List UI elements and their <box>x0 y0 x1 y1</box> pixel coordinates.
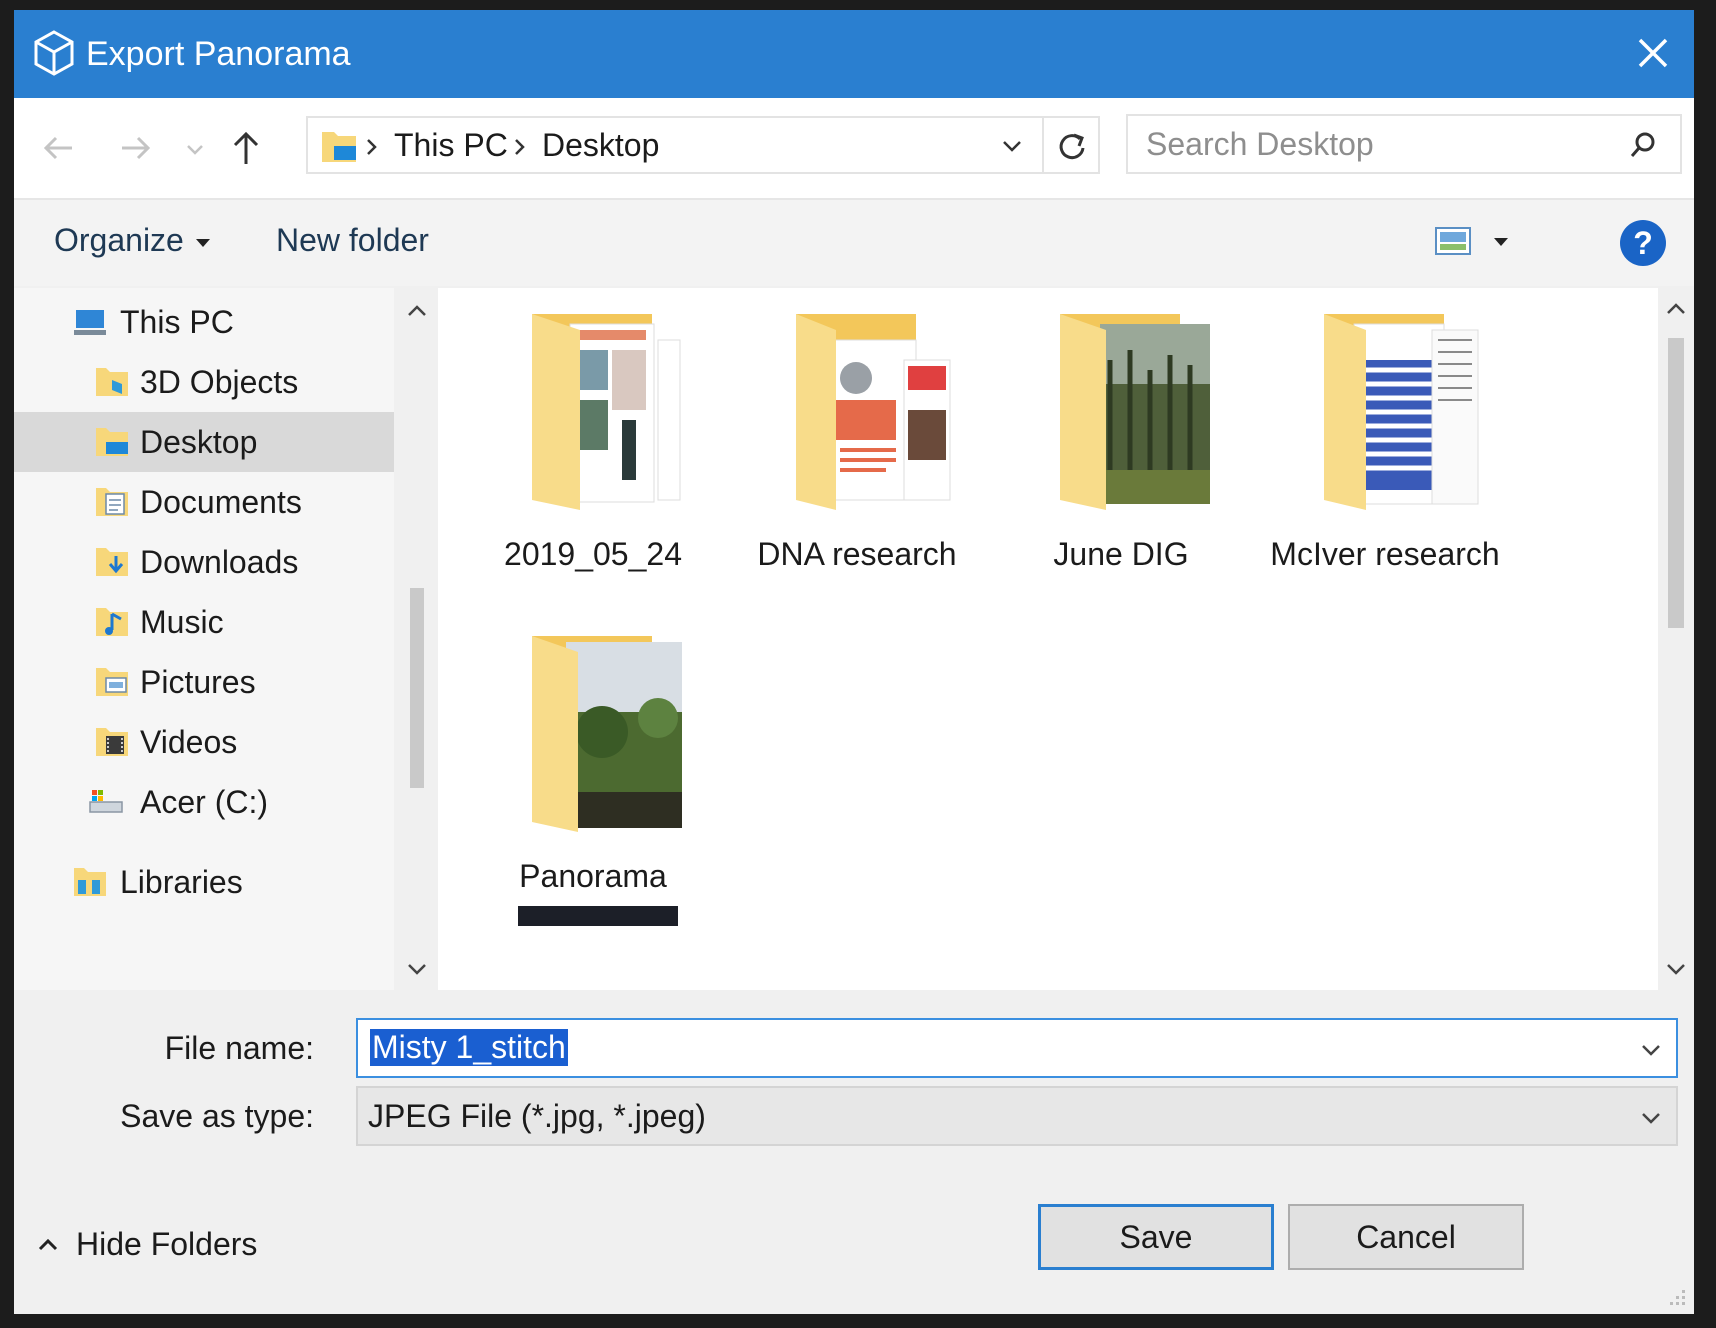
pictures-folder-icon <box>96 668 128 696</box>
downloads-folder-icon <box>96 548 128 576</box>
breadcrumb-separator-icon <box>367 139 377 155</box>
videos-folder-icon <box>96 728 128 756</box>
refresh-icon <box>1059 133 1085 160</box>
caret-down-icon <box>195 238 210 247</box>
libraries-icon <box>74 868 106 896</box>
export-dialog: Export Panorama This PC Desktop Search D… <box>14 10 1694 1314</box>
title-bar: Export Panorama <box>14 10 1694 98</box>
folder-tile-2019-05-24[interactable]: 2019_05_24 <box>448 288 738 588</box>
folder-thumbnail-icon <box>1060 314 1210 510</box>
nav-item-acer-c[interactable]: Acer (C:) <box>14 772 394 832</box>
nav-item-3d-objects[interactable]: 3D Objects <box>14 352 394 412</box>
address-bar[interactable]: This PC Desktop <box>306 116 1044 174</box>
desktop-folder-icon <box>96 428 128 456</box>
view-dropdown-caret-icon[interactable] <box>1494 238 1508 246</box>
nav-item-libraries[interactable]: Libraries <box>14 852 394 912</box>
change-view-button[interactable] <box>1434 224 1554 264</box>
back-arrow-icon[interactable] <box>38 128 78 168</box>
music-folder-icon <box>96 608 128 636</box>
folder-tile-dna-research[interactable]: DNA research <box>712 288 1002 588</box>
breadcrumb-separator-icon <box>515 139 525 155</box>
nav-item-this-pc[interactable]: This PC <box>14 292 394 352</box>
folder-name: 2019_05_24 <box>504 536 682 572</box>
refresh-button[interactable] <box>1044 116 1100 174</box>
nav-item-desktop[interactable]: Desktop <box>14 412 394 472</box>
chevron-down-icon[interactable] <box>1638 1106 1664 1130</box>
nav-item-documents[interactable]: Documents <box>14 472 394 532</box>
folder-name: June DIG <box>1053 536 1189 572</box>
nav-item-videos[interactable]: Videos <box>14 712 394 772</box>
file-name-field[interactable]: Misty 1_stitch <box>356 1018 1678 1078</box>
folder-thumbnail-icon <box>532 636 682 832</box>
navigation-scrollbar[interactable] <box>394 288 438 990</box>
help-button[interactable]: ? <box>1620 220 1666 266</box>
folder-tile-june-dig[interactable]: June DIG <box>976 288 1266 588</box>
scroll-up-chevron-icon[interactable] <box>1661 296 1691 320</box>
save-type-value: JPEG File (*.jpg, *.jpeg) <box>368 1098 706 1134</box>
folder-tile-panorama[interactable]: Panorama <box>448 610 738 910</box>
new-folder-button[interactable]: New folder <box>276 222 429 259</box>
file-name-value[interactable]: Misty 1_stitch <box>370 1029 568 1066</box>
file-name-label: File name: <box>164 1030 314 1066</box>
breadcrumb-desktop[interactable]: Desktop <box>542 127 659 164</box>
drive-icon <box>89 790 123 813</box>
pc-icon <box>74 310 106 335</box>
save-type-select[interactable]: JPEG File (*.jpg, *.jpeg) <box>356 1086 1678 1146</box>
save-type-label: Save as type: <box>120 1098 314 1134</box>
recent-locations-chevron-icon[interactable] <box>180 128 210 168</box>
search-box[interactable] <box>1126 114 1682 174</box>
up-arrow-icon[interactable] <box>226 128 266 168</box>
save-button[interactable]: Save <box>1038 1204 1274 1270</box>
scroll-down-chevron-icon[interactable] <box>402 958 432 982</box>
forward-arrow-icon[interactable] <box>116 128 156 168</box>
organize-label: Organize <box>54 222 184 258</box>
nav-item-downloads[interactable]: Downloads <box>14 532 394 592</box>
nav-item-pictures[interactable]: Pictures <box>14 652 394 712</box>
resize-grip-icon[interactable] <box>1668 1288 1688 1308</box>
folder-thumbnail-icon <box>796 314 951 510</box>
cancel-button[interactable]: Cancel <box>1288 1204 1524 1270</box>
hide-folders-button[interactable]: Hide Folders <box>36 1226 257 1263</box>
search-icon[interactable] <box>1628 130 1658 160</box>
desktop-folder-icon <box>322 132 356 162</box>
scrollbar-thumb[interactable] <box>1668 338 1684 628</box>
folder-thumbnail-icon <box>1324 314 1479 510</box>
3d-objects-folder-icon <box>96 368 128 396</box>
chevron-down-icon[interactable] <box>1638 1038 1664 1062</box>
cube-icon <box>34 30 74 76</box>
address-dropdown-chevron-icon[interactable] <box>998 132 1026 160</box>
folder-name: Panorama <box>519 858 667 894</box>
window-title: Export Panorama <box>86 35 351 73</box>
documents-folder-icon <box>96 488 128 516</box>
breadcrumb-this-pc[interactable]: This PC <box>394 127 508 164</box>
folder-name: McIver research <box>1270 536 1500 572</box>
folder-thumbnail-icon <box>532 314 681 510</box>
command-bar: Organize New folder ? <box>14 198 1694 286</box>
folder-tile-mciver-research[interactable]: McIver research <box>1240 288 1530 588</box>
nav-item-music[interactable]: Music <box>14 592 394 652</box>
folder-name: DNA research <box>757 536 957 572</box>
organize-menu-button[interactable]: Organize <box>54 222 210 259</box>
scrollbar-thumb[interactable] <box>410 588 424 788</box>
search-input[interactable] <box>1128 116 1680 172</box>
hide-folders-label: Hide Folders <box>76 1226 258 1262</box>
scroll-down-chevron-icon[interactable] <box>1661 958 1691 982</box>
partial-folder-thumbnail <box>518 906 678 926</box>
close-icon[interactable] <box>1630 30 1676 76</box>
address-row: This PC Desktop <box>14 98 1694 198</box>
save-form: File name: Misty 1_stitch Save as type: … <box>14 990 1694 1314</box>
scroll-up-chevron-icon[interactable] <box>402 298 432 322</box>
file-list: 2019_05_24 DNA research June DIG McIver … <box>438 288 1658 990</box>
chevron-up-icon <box>38 1238 58 1251</box>
view-thumbnails-icon <box>1435 227 1471 255</box>
content-scrollbar[interactable] <box>1658 288 1694 990</box>
navigation-pane: This PC 3D Objects Desktop Documents Dow… <box>14 288 394 990</box>
